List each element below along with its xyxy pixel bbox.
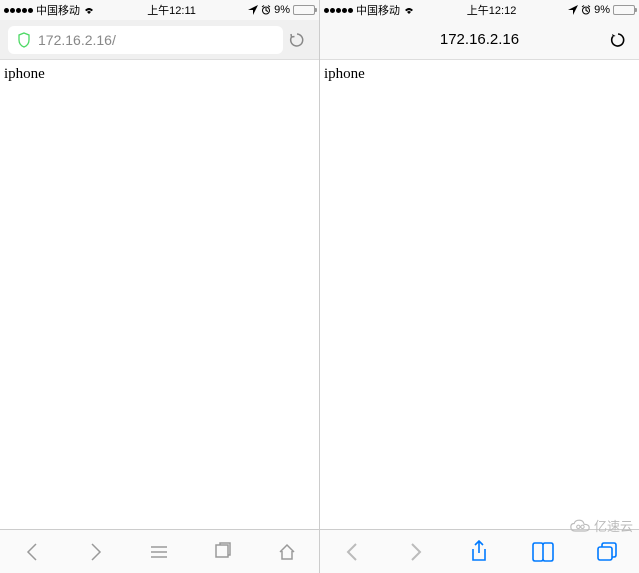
- cloud-icon: [570, 519, 590, 533]
- tabs-button[interactable]: [207, 536, 239, 568]
- tabs-button[interactable]: [591, 536, 623, 568]
- page-content: iphone: [320, 60, 639, 529]
- browser-pane-right: 中国移动 上午12:12 9% 172.16.2.16 iphone: [320, 0, 639, 573]
- forward-button[interactable]: [400, 536, 432, 568]
- url-text: 172.16.2.16: [440, 31, 519, 48]
- back-button[interactable]: [16, 536, 48, 568]
- address-bar: 172.16.2.16/: [0, 20, 319, 60]
- alarm-icon: [581, 5, 591, 15]
- carrier-label: 中国移动: [36, 2, 80, 18]
- battery-pct: 9%: [594, 4, 610, 16]
- bottom-toolbar: [0, 529, 319, 573]
- location-icon: [248, 5, 258, 15]
- location-icon: [568, 5, 578, 15]
- home-button[interactable]: [271, 536, 303, 568]
- bottom-toolbar: [320, 529, 639, 573]
- battery-icon: [293, 5, 315, 15]
- refresh-button[interactable]: [609, 31, 627, 49]
- browser-pane-left: 中国移动 上午12:11 9% 172.16.2.16/: [0, 0, 320, 573]
- page-text: iphone: [4, 66, 45, 82]
- url-field[interactable]: 172.16.2.16/: [8, 26, 283, 54]
- shield-icon: [16, 32, 32, 48]
- watermark: 亿速云: [570, 516, 633, 535]
- forward-button[interactable]: [80, 536, 112, 568]
- wifi-icon: [83, 5, 95, 15]
- signal-icon: [324, 8, 353, 13]
- address-bar[interactable]: 172.16.2.16: [320, 20, 639, 60]
- status-bar: 中国移动 上午12:12 9%: [320, 0, 639, 20]
- wifi-icon: [403, 5, 415, 15]
- alarm-icon: [261, 5, 271, 15]
- menu-button[interactable]: [143, 536, 175, 568]
- share-button[interactable]: [463, 536, 495, 568]
- refresh-button[interactable]: [283, 31, 311, 49]
- carrier-label: 中国移动: [356, 2, 400, 18]
- page-text: iphone: [324, 66, 365, 82]
- page-content: iphone: [0, 60, 319, 529]
- bookmarks-button[interactable]: [527, 536, 559, 568]
- battery-pct: 9%: [274, 4, 290, 16]
- status-bar: 中国移动 上午12:11 9%: [0, 0, 319, 20]
- url-text: 172.16.2.16/: [38, 32, 116, 48]
- back-button[interactable]: [336, 536, 368, 568]
- clock-label: 上午12:11: [147, 2, 196, 18]
- watermark-text: 亿速云: [594, 516, 633, 535]
- signal-icon: [4, 8, 33, 13]
- battery-icon: [613, 5, 635, 15]
- clock-label: 上午12:12: [467, 2, 517, 18]
